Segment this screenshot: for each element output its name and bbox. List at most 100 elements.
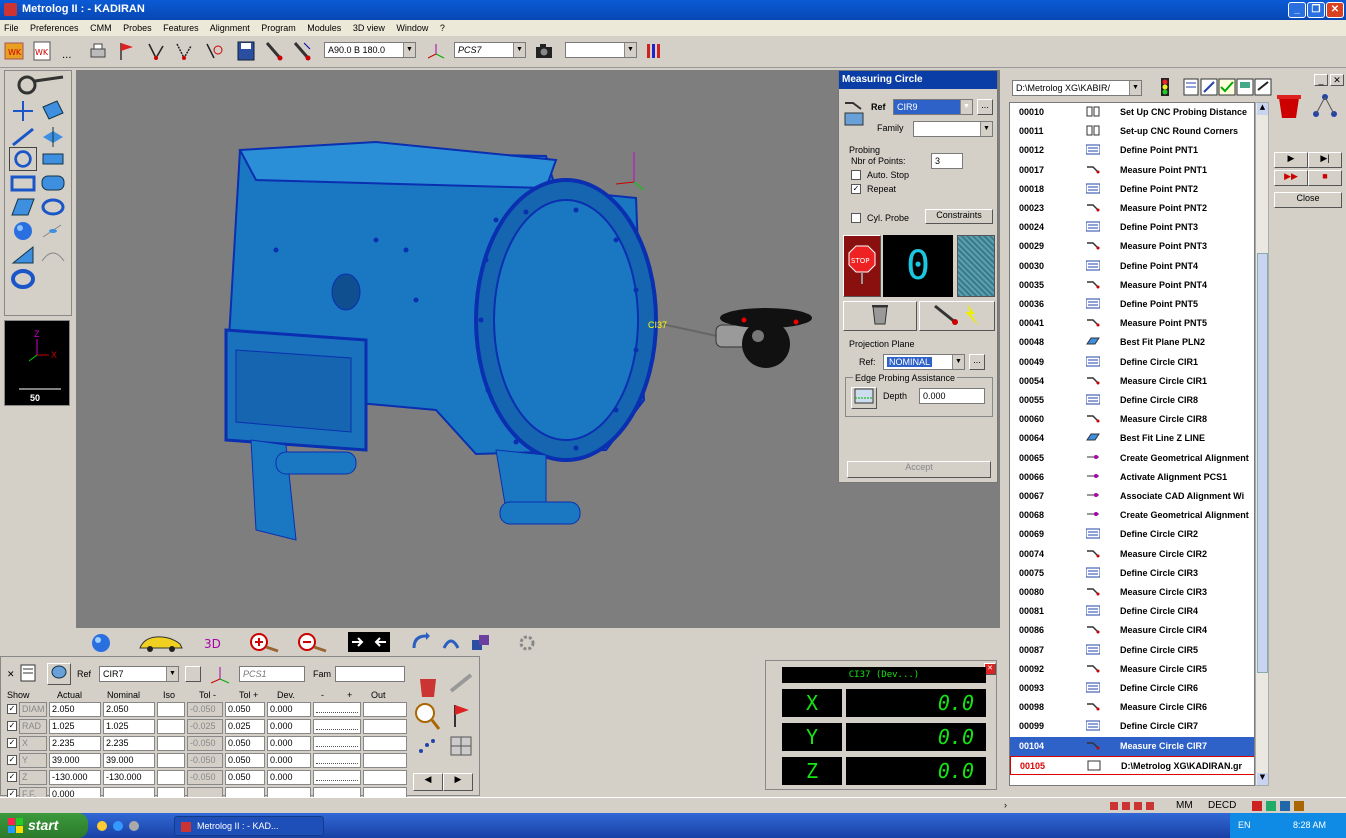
- ellipse-icon[interactable]: [39, 195, 67, 219]
- program-row[interactable]: 00024 Define Point PNT3: [1010, 218, 1254, 237]
- program-row[interactable]: 00066 Activate Alignment PCS1: [1010, 468, 1254, 487]
- car-icon[interactable]: [136, 632, 186, 654]
- chevron-down-icon[interactable]: ▼: [166, 667, 178, 681]
- program-row[interactable]: 00075 Define Circle CIR3: [1010, 564, 1254, 583]
- probe-point-button[interactable]: [919, 301, 995, 331]
- alignment-combo[interactable]: PCS7 ▼: [454, 42, 526, 58]
- program-row[interactable]: 00049 Define Circle CIR1: [1010, 353, 1254, 372]
- probe-check-icon[interactable]: [204, 40, 224, 62]
- wk-save-icon[interactable]: WK: [32, 40, 52, 62]
- cone-icon[interactable]: [9, 243, 37, 267]
- proj-browse-button[interactable]: ...: [969, 354, 985, 370]
- check-tool-icon[interactable]: [1218, 78, 1236, 96]
- scroll-up-icon[interactable]: ▲: [1257, 103, 1268, 115]
- show-checkbox[interactable]: ✓: [7, 704, 17, 714]
- print-icon[interactable]: [19, 663, 37, 683]
- scroll-down-icon[interactable]: ▼: [1257, 773, 1268, 785]
- taskbar-app-button[interactable]: Metrolog II : - KAD...: [174, 816, 324, 836]
- eraser-icon[interactable]: [447, 671, 475, 695]
- alignment-field[interactable]: PCS1: [239, 666, 305, 682]
- minimize-button[interactable]: _: [1288, 2, 1306, 18]
- layers-icon[interactable]: [470, 632, 492, 654]
- menu-window[interactable]: Window: [396, 23, 428, 33]
- stop-red-button[interactable]: ■: [1308, 170, 1342, 186]
- family-combo[interactable]: ▼: [913, 121, 993, 137]
- show-checkbox[interactable]: ✓: [7, 755, 17, 765]
- program-row[interactable]: 00030 Define Point PNT4: [1010, 257, 1254, 276]
- cell-actual[interactable]: 2.050: [49, 702, 101, 717]
- cell-dev[interactable]: 0.000: [267, 753, 311, 768]
- wk-open-icon[interactable]: WK: [4, 40, 24, 62]
- menu-help[interactable]: ?: [440, 23, 445, 33]
- circle-feature-icon[interactable]: [47, 663, 71, 685]
- cell-iso[interactable]: [157, 753, 185, 768]
- show-checkbox[interactable]: ✓: [7, 721, 17, 731]
- flag-icon[interactable]: [116, 40, 136, 62]
- menu-modules[interactable]: Modules: [307, 23, 341, 33]
- rotate-icon[interactable]: [410, 632, 432, 654]
- cell-tol-minus[interactable]: -0.025: [187, 719, 223, 734]
- menu-3d-view[interactable]: 3D view: [353, 23, 385, 33]
- cell-iso[interactable]: [157, 770, 185, 785]
- program-row[interactable]: 00060 Measure Circle CIR8: [1010, 410, 1254, 429]
- grid-icon[interactable]: [447, 733, 475, 759]
- menu-file[interactable]: File: [4, 23, 19, 33]
- cell-iso[interactable]: [157, 736, 185, 751]
- columns-icon[interactable]: [644, 40, 664, 62]
- cell-actual[interactable]: 1.025: [49, 719, 101, 734]
- program-tree[interactable]: 00010 Set Up CNC Probing Distance 00011 Set…: [1009, 102, 1255, 786]
- oblong-icon[interactable]: [39, 171, 67, 195]
- program-row[interactable]: 00081 Define Circle CIR4: [1010, 602, 1254, 621]
- delete-point-button[interactable]: [843, 301, 917, 331]
- cell-tol-minus[interactable]: -0.050: [187, 736, 223, 751]
- program-row[interactable]: 00067 Associate CAD Alignment Wi: [1010, 487, 1254, 506]
- program-row[interactable]: 00069 Define Circle CIR2: [1010, 525, 1254, 544]
- zoom-in-icon[interactable]: [248, 631, 282, 653]
- recycle-bin-icon[interactable]: [1274, 92, 1304, 120]
- print-icon[interactable]: [88, 40, 108, 62]
- program-row[interactable]: 00010 Set Up CNC Probing Distance: [1010, 103, 1254, 122]
- program-row[interactable]: 00029 Measure Point PNT3: [1010, 237, 1254, 256]
- cell-nominal[interactable]: -130.000: [103, 770, 155, 785]
- program-scrollbar[interactable]: ▲ ▼: [1255, 102, 1269, 786]
- next-button[interactable]: ▶: [443, 773, 473, 791]
- proj-ref-combo[interactable]: NOMINAL ▼: [883, 354, 965, 370]
- settings-icon[interactable]: [516, 632, 538, 654]
- cyl-probe-checkbox[interactable]: [851, 213, 861, 223]
- cell-tol-minus[interactable]: -0.050: [187, 753, 223, 768]
- cylinder-icon[interactable]: [39, 219, 67, 243]
- program-row[interactable]: 00054 Measure Circle CIR1: [1010, 372, 1254, 391]
- cell-nominal[interactable]: 1.025: [103, 719, 155, 734]
- chevron-down-icon[interactable]: ▼: [960, 100, 972, 114]
- nbr-points-input[interactable]: 3: [931, 153, 963, 169]
- camera-combo[interactable]: ▼: [565, 42, 637, 58]
- step-button[interactable]: ▶|: [1308, 152, 1342, 168]
- probe-path-icon[interactable]: [146, 40, 166, 62]
- close-button[interactable]: ✕: [1326, 2, 1344, 18]
- scatter-icon[interactable]: [415, 733, 441, 759]
- program-row[interactable]: 00018 Define Point PNT2: [1010, 180, 1254, 199]
- auto-stop-checkbox[interactable]: [851, 170, 861, 180]
- accept-button[interactable]: Accept: [847, 461, 991, 478]
- 3d-icon[interactable]: 3D: [202, 632, 228, 654]
- cell-dev[interactable]: 0.000: [267, 770, 311, 785]
- program-row[interactable]: 00104 Measure Circle CIR7: [1010, 736, 1254, 756]
- cell-tol-minus[interactable]: -0.050: [187, 770, 223, 785]
- program-row[interactable]: 00087 Define Circle CIR5: [1010, 641, 1254, 660]
- program-row[interactable]: 00065 Create Geometrical Alignment: [1010, 449, 1254, 468]
- line-icon[interactable]: [9, 125, 37, 149]
- axis-triad-icon[interactable]: [426, 40, 446, 62]
- cell-tol-plus[interactable]: 0.025: [225, 719, 265, 734]
- program-row[interactable]: 00105 D:\Metrolog XG\KADIRAN.gr: [1010, 755, 1254, 775]
- ref-combo[interactable]: CIR9 ▼: [893, 99, 973, 115]
- zoom-out-icon[interactable]: [296, 631, 330, 653]
- chevron-down-icon[interactable]: ▼: [980, 122, 992, 136]
- program-row[interactable]: 00035 Measure Point PNT4: [1010, 276, 1254, 295]
- curve-icon[interactable]: [39, 243, 67, 267]
- cell-tol-plus[interactable]: 0.050: [225, 702, 265, 717]
- menu-program[interactable]: Program: [261, 23, 296, 33]
- angle-combo[interactable]: A90.0 B 180.0 ▼: [324, 42, 416, 58]
- save-icon[interactable]: [236, 40, 256, 62]
- point-icon[interactable]: [9, 99, 37, 123]
- program-row[interactable]: 00086 Measure Circle CIR4: [1010, 621, 1254, 640]
